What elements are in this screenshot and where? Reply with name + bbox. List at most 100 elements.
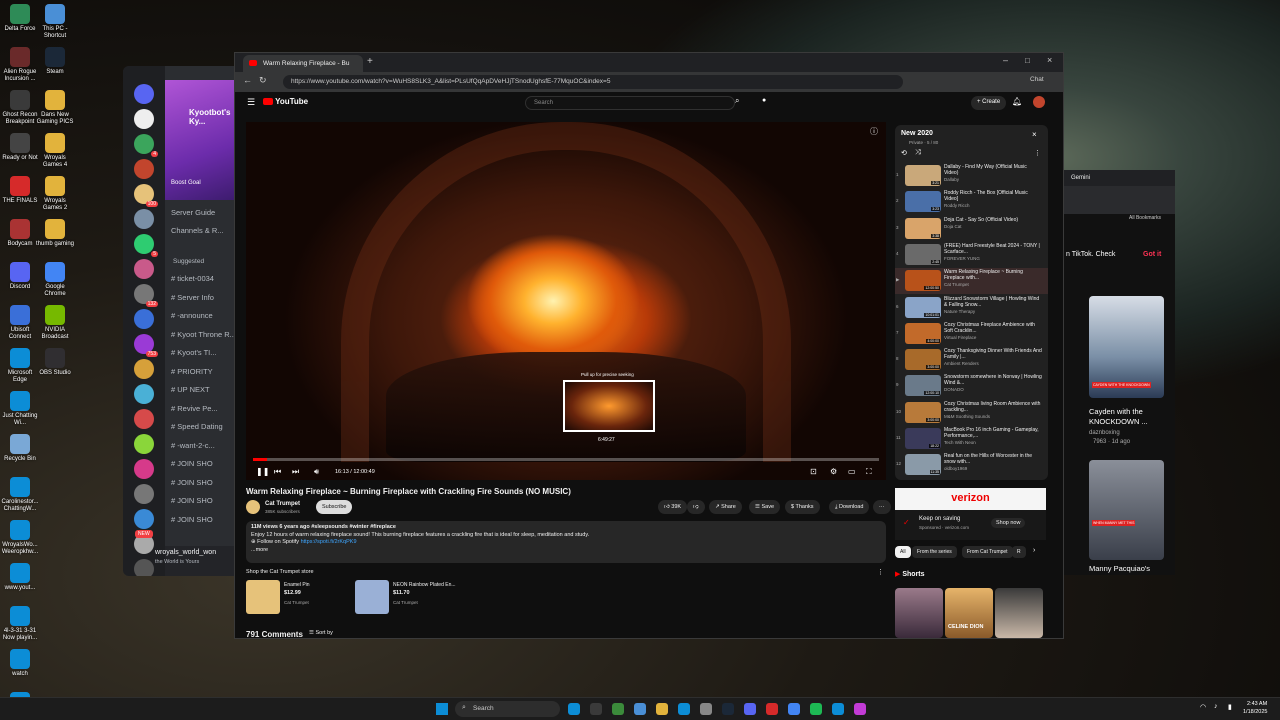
download-button[interactable]: ⤓ Download: [829, 500, 870, 514]
avatar[interactable]: [1033, 96, 1045, 108]
desktop-icon[interactable]: Microsoft Edge: [0, 348, 40, 384]
server-icon[interactable]: [134, 484, 154, 504]
filter-chip[interactable]: All: [895, 546, 911, 558]
channel-item[interactable]: # JOIN SHO: [171, 515, 213, 524]
clock-date[interactable]: 1/18/2025: [1243, 709, 1267, 715]
channel-item[interactable]: # Speed Dating: [171, 422, 223, 431]
server-icon[interactable]: 132: [134, 284, 158, 307]
playlist-close-icon[interactable]: ×: [1032, 130, 1037, 139]
subscribe-button[interactable]: Subscribe: [316, 500, 353, 514]
server-icon[interactable]: [134, 259, 154, 279]
playlist-item[interactable]: 11 18:22 MacBook Pro 16 inch Gaming - Game…: [895, 426, 1048, 452]
server-banner[interactable]: Kyootbot's Ky... Boost Goal: [165, 80, 243, 200]
desktop-icon[interactable]: Dans New Gaming PICS: [35, 90, 75, 126]
playlist-item[interactable]: 8 3:00:00 Cozy Thanksgiving Dinner With Fr…: [895, 347, 1048, 373]
taskbar-app-icon[interactable]: [832, 703, 844, 715]
taskbar-app-icon[interactable]: [678, 703, 690, 715]
playlist-item[interactable]: 4 2:45 (FREE) Hard Freestyle Beat 2024 - T…: [895, 242, 1048, 268]
desktop-icon[interactable]: Delta Force: [0, 4, 40, 33]
ad-panel[interactable]: verizon ✓ Keep on saving Sponsored · ver…: [895, 488, 1046, 540]
got-it-button[interactable]: Got it: [1143, 251, 1161, 258]
bookmarks-link[interactable]: All Bookmarks: [1129, 215, 1161, 221]
chips-next-icon[interactable]: ›: [1033, 547, 1035, 554]
mic-icon[interactable]: ●: [762, 97, 766, 104]
short-video-title[interactable]: Cayden with the KNOCKDOWN ...: [1089, 407, 1169, 427]
playlist-item[interactable]: 7 4:00:00 Cozy Christmas Fireplace Ambienc…: [895, 321, 1048, 347]
dislike-button[interactable]: 👎︎: [687, 500, 705, 514]
taskbar-app-icon[interactable]: [612, 703, 624, 715]
channel-item[interactable]: # JOIN SHO: [171, 496, 213, 505]
taskbar-app-icon[interactable]: [634, 703, 646, 715]
thanks-button[interactable]: $ Thanks: [785, 500, 820, 514]
store-menu-icon[interactable]: ⋮: [877, 568, 884, 576]
url-field[interactable]: https://www.youtube.com/watch?v=WuHS8SLK…: [283, 75, 903, 89]
shop-now-button[interactable]: Shop now: [991, 518, 1026, 528]
video-description[interactable]: 11M views 6 years ago #sleepsounds #wint…: [246, 521, 886, 563]
desktop-icon[interactable]: This PC - Shortcut: [35, 4, 75, 40]
desktop-icon[interactable]: Bodycam: [0, 219, 40, 248]
previous-icon[interactable]: ⏮︎: [274, 467, 281, 477]
desktop-icon[interactable]: NVIDIA Broadcast: [35, 305, 75, 341]
product-card[interactable]: NEON Rainbow Plated En... $11.70 Cat Trump…: [355, 580, 460, 616]
channel-item[interactable]: # Revive Pe...: [171, 404, 218, 413]
desktop-icon[interactable]: Ready or Not: [0, 133, 40, 162]
minimize-button[interactable]: –: [1003, 55, 1008, 65]
user-panel[interactable]: wroyals_world_won the World is Yours: [155, 546, 243, 576]
short-thumbnail-2[interactable]: CELINE DION: [945, 588, 993, 638]
desktop-icon[interactable]: Google Chrome: [35, 262, 75, 298]
create-button[interactable]: + Create: [971, 96, 1007, 110]
info-icon[interactable]: ⓘ: [870, 126, 878, 137]
desktop-icon[interactable]: Ghost Recon Breakpoint: [0, 90, 40, 126]
refresh-icon[interactable]: ↻: [259, 75, 267, 86]
desktop-icon[interactable]: THE FINALS: [0, 176, 40, 205]
taskbar-search[interactable]: ⌕ Search: [455, 701, 560, 717]
desktop-icon[interactable]: Discord: [0, 262, 40, 291]
taskbar-app-icon[interactable]: [788, 703, 800, 715]
server-guide-link[interactable]: Server Guide: [171, 208, 215, 217]
desktop-icon[interactable]: Just Chatting Wi...: [0, 391, 40, 427]
server-icon[interactable]: 753: [134, 334, 158, 357]
server-icon[interactable]: [134, 384, 154, 404]
server-icon[interactable]: [134, 559, 154, 576]
channel-item[interactable]: # ticket-0034: [171, 274, 214, 283]
progress-bar[interactable]: [253, 458, 879, 461]
taskbar-app-icon[interactable]: [810, 703, 822, 715]
taskbar-app-icon[interactable]: [744, 703, 756, 715]
loop-icon[interactable]: ⟲: [901, 149, 907, 157]
desktop-icon[interactable]: Recycle Bin: [0, 434, 40, 463]
sort-button[interactable]: ☰ Sort by: [309, 630, 333, 636]
desktop-icon[interactable]: Steam: [35, 47, 75, 76]
server-icon[interactable]: [134, 359, 154, 379]
channel-item[interactable]: # PRIORITY: [171, 367, 213, 376]
more-link[interactable]: ...more: [251, 547, 881, 555]
taskbar-app-icon[interactable]: [722, 703, 734, 715]
server-icon[interactable]: [134, 109, 154, 129]
knockdown-thumbnail[interactable]: CAYDEN WITH THE KNOCKDOWN: [1089, 296, 1164, 398]
product-card[interactable]: Enamel Pin $12.99 Cat Trumpet: [246, 580, 351, 616]
server-icon[interactable]: 100: [134, 184, 158, 207]
playlist-item[interactable]: ▶ 12:00:50 Warm Relaxing Fireplace ~ Burni…: [895, 268, 1048, 295]
desktop-icon[interactable]: www.yout...: [0, 563, 40, 592]
desktop-icon[interactable]: Alien Rogue Incursion ...: [0, 47, 40, 83]
miniplayer-icon[interactable]: ▭: [848, 467, 856, 476]
volume-icon[interactable]: 🔊︎: [314, 467, 319, 477]
channel-item[interactable]: # -want-2-c...: [171, 441, 215, 450]
playlist-item[interactable]: 2 3:23 Roddy Ricch - The Box [Official Mus…: [895, 189, 1048, 215]
desktop-icon[interactable]: OBS Studio: [35, 348, 75, 377]
desktop-icon[interactable]: WroyalsWo... Weeropkhw...: [0, 520, 40, 556]
spotify-link[interactable]: https://spoti.fi/2rKqPK9: [301, 539, 357, 545]
pacquiao-thumbnail[interactable]: WHEN MANNY MET THIS: [1089, 460, 1164, 560]
desktop-icon[interactable]: watch: [0, 649, 40, 678]
short-thumbnail-3[interactable]: [995, 588, 1043, 638]
server-icon[interactable]: [134, 509, 154, 529]
server-icon[interactable]: [134, 409, 154, 429]
desktop-icon[interactable]: Wroyals Games 2: [35, 176, 75, 212]
channels-roles-link[interactable]: Channels & R...: [171, 226, 224, 235]
taskbar-app-icon[interactable]: [656, 703, 668, 715]
playlist-item[interactable]: 3 3:38 Doja Cat - Say So (Official Video) D…: [895, 216, 1048, 242]
settings-icon[interactable]: ⚙︎: [830, 467, 837, 476]
channel-item[interactable]: # Kyoot Throne R...: [171, 330, 236, 339]
taskbar-app-icon[interactable]: [766, 703, 778, 715]
short-title-2[interactable]: Manny Pacquiao's: [1089, 564, 1150, 573]
server-icon[interactable]: [134, 159, 154, 179]
